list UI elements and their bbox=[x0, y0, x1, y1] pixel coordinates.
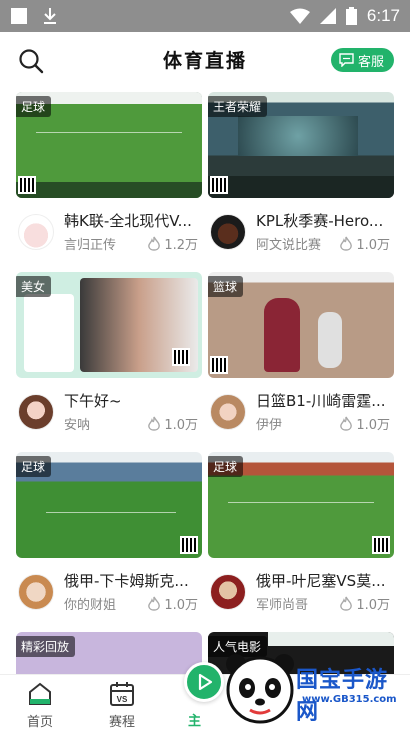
heat-value: 1.0万 bbox=[356, 418, 390, 433]
app-header: 体育直播 客服 bbox=[0, 32, 410, 88]
home-icon bbox=[29, 682, 51, 705]
live-room-card[interactable]: 王者荣耀 KPL秋季赛-Hero... 阿文说比赛 1.0万 bbox=[208, 92, 394, 260]
streamer-name: 言归正传 bbox=[64, 238, 117, 253]
stream-thumbnail: 王者荣耀 bbox=[208, 92, 394, 198]
watermark-url: www.GB315.com bbox=[302, 694, 397, 705]
category-tag: 王者荣耀 bbox=[208, 96, 268, 117]
room-title: 下午好~ bbox=[64, 392, 122, 410]
chat-bubble-icon bbox=[339, 53, 354, 67]
streamer-avatar bbox=[18, 214, 54, 250]
streamer-avatar bbox=[210, 394, 246, 430]
stream-thumbnail: 美女 bbox=[16, 272, 202, 378]
streamer-name: 安呐 bbox=[64, 418, 91, 433]
heat-value: 1.0万 bbox=[356, 598, 390, 613]
search-icon[interactable] bbox=[18, 48, 44, 74]
wifi-icon bbox=[289, 8, 310, 24]
play-icon bbox=[198, 673, 213, 691]
heat-count: 1.0万 bbox=[339, 234, 390, 253]
heat-count: 1.2万 bbox=[147, 234, 198, 253]
room-title: 日篮B1-川崎雷霆... bbox=[256, 392, 386, 410]
streamer-name: 阿文说比赛 bbox=[256, 238, 322, 253]
tab-schedule-label: 赛程 bbox=[108, 715, 135, 730]
streamer-name: 军师尚哥 bbox=[256, 598, 309, 613]
customer-service-button[interactable]: 客服 bbox=[330, 48, 394, 72]
live-room-grid: 足球 韩K联-全北现代V... 言归正传 1.2万 王者荣耀 KPL秋季赛-He… bbox=[0, 88, 410, 674]
customer-service-label: 客服 bbox=[357, 54, 384, 70]
battery-icon bbox=[345, 7, 357, 25]
live-room-card[interactable]: 足球 俄甲-下卡姆斯克... 你的财姐 1.0万 bbox=[16, 452, 202, 620]
site-watermark: 国宝手游网 www.GB315.com bbox=[222, 644, 410, 730]
flame-icon bbox=[148, 236, 161, 251]
tab-home-label: 首页 bbox=[26, 715, 53, 730]
flame-icon bbox=[148, 416, 161, 431]
status-time: 6:17 bbox=[366, 6, 400, 25]
status-bar: 6:17 bbox=[0, 0, 410, 32]
live-room-card[interactable]: 足球 俄甲-叶尼塞VS莫... 军师尚哥 1.0万 bbox=[208, 452, 394, 620]
streamer-name: 你的财姐 bbox=[64, 598, 117, 613]
live-room-card[interactable]: 美女 下午好~ 安呐 1.0万 bbox=[16, 272, 202, 440]
room-title: 俄甲-叶尼塞VS莫... bbox=[256, 572, 386, 590]
heat-count: 1.0万 bbox=[339, 594, 390, 613]
stream-thumbnail: 篮球 bbox=[208, 272, 394, 378]
category-tag: 精彩回放 bbox=[16, 636, 76, 657]
tab-home[interactable]: 首页 bbox=[0, 675, 80, 731]
stream-thumbnail: 足球 bbox=[16, 452, 202, 558]
streamer-avatar bbox=[210, 214, 246, 250]
flame-icon bbox=[148, 596, 161, 611]
category-tag: 足球 bbox=[208, 456, 244, 477]
heat-value: 1.0万 bbox=[356, 238, 390, 253]
download-icon bbox=[44, 8, 56, 24]
heat-count: 1.0万 bbox=[147, 594, 198, 613]
category-tag: 篮球 bbox=[208, 276, 244, 297]
notification-square-icon bbox=[11, 8, 27, 24]
live-room-card[interactable]: 精彩回放 bbox=[16, 632, 202, 674]
room-title: KPL秋季赛-Hero... bbox=[256, 212, 384, 230]
streamer-avatar bbox=[18, 394, 54, 430]
streamer-avatar bbox=[210, 574, 246, 610]
tab-live[interactable] bbox=[184, 662, 224, 702]
streamer-name: 伊伊 bbox=[256, 418, 283, 433]
panda-logo-icon bbox=[226, 654, 294, 724]
tab-live-label: 主 bbox=[188, 714, 202, 729]
stream-thumbnail: 足球 bbox=[16, 92, 202, 198]
calendar-vs-icon: VS bbox=[110, 682, 134, 706]
stream-thumbnail: 精彩回放 bbox=[16, 632, 202, 674]
heat-count: 1.0万 bbox=[339, 414, 390, 433]
signal-icon bbox=[319, 8, 336, 24]
category-tag: 足球 bbox=[16, 96, 52, 117]
live-room-card[interactable]: 足球 韩K联-全北现代V... 言归正传 1.2万 bbox=[16, 92, 202, 260]
category-tag: 足球 bbox=[16, 456, 52, 477]
svg-text:VS: VS bbox=[117, 695, 128, 704]
heat-value: 1.2万 bbox=[164, 238, 198, 253]
room-title: 俄甲-下卡姆斯克... bbox=[64, 572, 189, 590]
live-room-card[interactable]: 篮球 日篮B1-川崎雷霆... 伊伊 1.0万 bbox=[208, 272, 394, 440]
heat-count: 1.0万 bbox=[147, 414, 198, 433]
room-title: 韩K联-全北现代V... bbox=[64, 212, 192, 230]
streamer-avatar bbox=[18, 574, 54, 610]
flame-icon bbox=[340, 416, 353, 431]
stream-thumbnail: 足球 bbox=[208, 452, 394, 558]
heat-value: 1.0万 bbox=[164, 598, 198, 613]
tab-schedule[interactable]: VS 赛程 bbox=[82, 675, 162, 731]
heat-value: 1.0万 bbox=[164, 418, 198, 433]
flame-icon bbox=[340, 236, 353, 251]
category-tag: 美女 bbox=[16, 276, 52, 297]
flame-icon bbox=[340, 596, 353, 611]
